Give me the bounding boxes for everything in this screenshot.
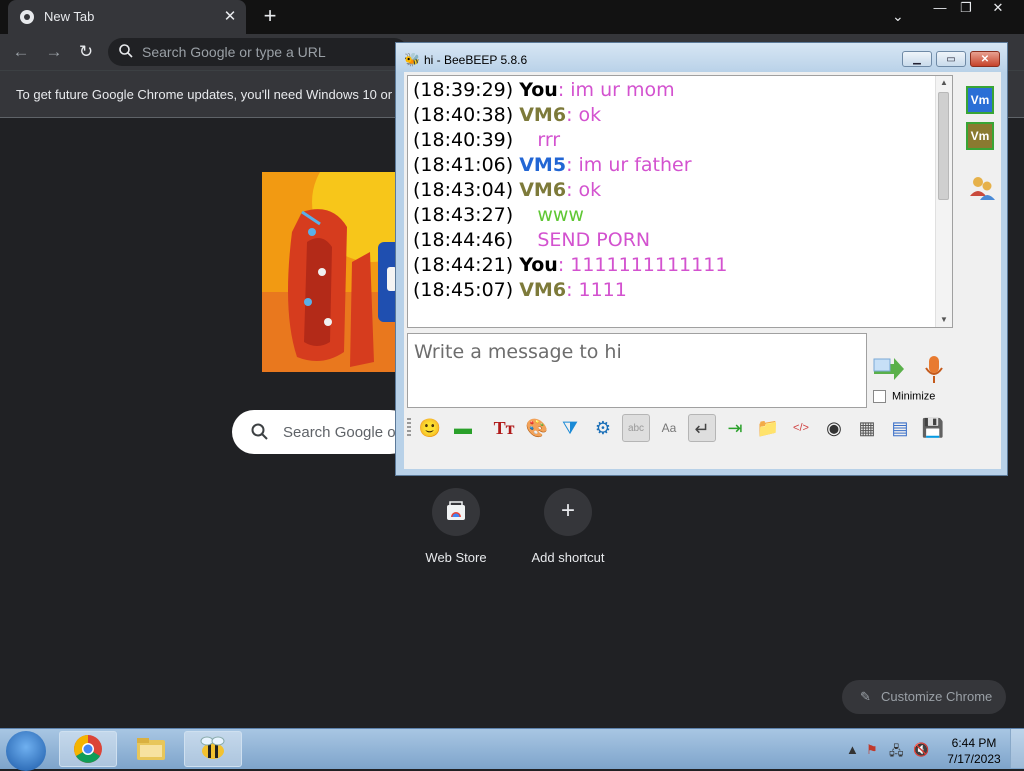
beebeep-client: (18:39:29) You: im ur mom (18:40:38) VM6… <box>404 72 1001 469</box>
beebeep-titlebar[interactable]: 🐝 hi - BeeBEEP 5.8.6 ▁ ▭ ✕ <box>396 43 1007 73</box>
microphone-icon[interactable] <box>922 354 946 386</box>
shortcut-label: Web Store <box>425 550 487 565</box>
show-desktop-button[interactable] <box>1010 729 1024 768</box>
chat-message: (18:43:04) VM6: ok <box>413 179 602 201</box>
send-folder-icon[interactable]: 📁 <box>754 414 782 442</box>
scroll-down-icon[interactable]: ▼ <box>936 313 952 327</box>
bold-green-icon[interactable]: ▬ <box>449 414 477 442</box>
filter-icon[interactable]: ⧩ <box>556 414 584 442</box>
minimize-window-icon[interactable]: — <box>926 0 954 18</box>
message-input[interactable] <box>412 340 856 364</box>
network-icon[interactable]: 🖧 <box>889 742 904 764</box>
action-center-flag-icon[interactable]: ⚑ <box>866 742 878 758</box>
tab-close-icon[interactable]: ✕ <box>220 7 240 27</box>
minimize-label: Minimize <box>892 390 936 403</box>
show-hidden-icons-icon[interactable]: ▲ <box>846 742 859 757</box>
user-vm6-avatar[interactable]: Vm <box>966 122 994 150</box>
omnibox[interactable]: Search Google or type a URL <box>108 38 408 66</box>
customize-chrome-button[interactable]: ✎ Customize Chrome <box>842 680 1006 714</box>
message-input-box[interactable] <box>407 333 867 408</box>
plus-icon: + <box>544 488 592 536</box>
font-size-icon[interactable]: Aa <box>655 414 683 442</box>
spell-check-icon[interactable]: abc <box>622 414 650 442</box>
start-button-icon[interactable] <box>6 731 46 771</box>
shortcut-label: Add shortcut <box>531 550 605 565</box>
bee-app-icon: 🐝 <box>404 52 421 67</box>
emoticon-icon[interactable]: 🙂 <box>416 414 444 442</box>
chat-message: (18:44:21) You: 1111111111111 <box>413 254 728 276</box>
close-window-icon[interactable]: ✕ <box>984 0 1012 18</box>
taskbar-explorer[interactable] <box>122 731 180 767</box>
minimize-icon[interactable]: ▁ <box>902 51 932 67</box>
chat-message: (18:43:27) www <box>413 204 584 226</box>
new-tab-icon[interactable]: + <box>258 5 282 29</box>
send-icon[interactable] <box>872 354 906 384</box>
toolbar-grip[interactable] <box>407 418 411 438</box>
chat-message: (18:45:07) VM6: 1111 <box>413 279 627 301</box>
minimize-checkbox[interactable]: Minimize <box>873 390 935 403</box>
chat-scrollbar[interactable]: ▲ ▼ <box>935 76 952 327</box>
checkbox-icon[interactable] <box>873 390 886 403</box>
beebeep-title: hi - BeeBEEP 5.8.6 <box>424 53 528 67</box>
screenshot-icon[interactable]: ◉ <box>820 414 848 442</box>
search-icon <box>119 44 133 58</box>
search-icon <box>251 423 268 440</box>
pencil-icon: ✎ <box>860 689 871 704</box>
chrome-tabstrip: New Tab ✕ + ⌄ — ❐ ✕ <box>0 0 1024 34</box>
volume-muted-icon[interactable]: 🔇 <box>913 742 929 758</box>
omnibox-placeholder: Search Google or type a URL <box>142 44 326 60</box>
close-icon[interactable]: ✕ <box>970 51 1000 67</box>
restore-window-icon[interactable]: ❐ <box>952 0 980 18</box>
tab-search-icon[interactable]: ⌄ <box>892 8 904 25</box>
folder-icon <box>137 738 165 760</box>
maximize-icon[interactable]: ▭ <box>936 51 966 67</box>
html-icon[interactable]: </> <box>787 414 815 442</box>
send-file-icon[interactable]: ⇥ <box>721 414 749 442</box>
font-icon[interactable]: Tт <box>490 414 518 442</box>
back-icon[interactable]: ← <box>10 41 32 63</box>
taskbar-chrome[interactable] <box>59 731 117 767</box>
clock-date: 7/17/2023 <box>947 752 1001 766</box>
shortcut-web-store[interactable]: Web Store <box>401 488 511 565</box>
chat-toolbar: 🙂 ▬ Tт 🎨 ⧩ ⚙ abc Aa ↵ ⇥ 📁 </> ◉ ▦ ▤ 💾 <box>404 414 1001 446</box>
users-icon[interactable] <box>968 174 996 202</box>
tab-title: New Tab <box>44 9 95 24</box>
reload-icon[interactable]: ↻ <box>75 41 97 63</box>
chat-message: (18:44:46) SEND PORN <box>413 229 651 251</box>
clock-time: 6:44 PM <box>951 736 997 750</box>
google-doodle[interactable] <box>262 172 402 372</box>
color-palette-icon[interactable]: 🎨 <box>523 414 551 442</box>
chat-view[interactable]: (18:39:29) You: im ur mom (18:40:38) VM6… <box>407 75 953 328</box>
shortcut-add[interactable]: + Add shortcut <box>513 488 623 565</box>
chrome-icon <box>74 735 102 763</box>
chat-messages: (18:39:29) You: im ur mom (18:40:38) VM6… <box>413 78 727 303</box>
user-vm5-avatar[interactable]: Vm <box>966 86 994 114</box>
google-search-box[interactable]: Search Google o <box>232 410 412 454</box>
customize-label: Customize Chrome <box>881 689 993 704</box>
chrome-favicon-icon <box>20 10 34 24</box>
chat-message: (18:39:29) You: im ur mom <box>413 79 675 101</box>
save-icon[interactable]: 💾 <box>919 414 947 442</box>
chat-message: (18:40:38) VM6: ok <box>413 104 602 126</box>
web-store-icon <box>432 488 480 536</box>
users-panel: Vm Vm <box>961 72 1001 408</box>
taskbar-beebeep[interactable] <box>184 731 242 767</box>
settings-icon[interactable]: ⚙ <box>589 414 617 442</box>
infobar-text: To get future Google Chrome updates, you… <box>16 87 393 102</box>
chat-message: (18:40:39) rrr <box>413 129 561 151</box>
scroll-thumb[interactable] <box>938 92 949 200</box>
clipboard-icon[interactable]: ▤ <box>886 414 914 442</box>
tab-new-tab[interactable]: New Tab ✕ <box>8 0 246 34</box>
scroll-up-icon[interactable]: ▲ <box>936 76 952 90</box>
bee-icon <box>200 736 225 759</box>
chat-message: (18:41:06) VM5: im ur father <box>413 154 692 176</box>
taskbar-clock[interactable]: 6:44 PM 7/17/2023 <box>947 735 1001 767</box>
window-icon[interactable]: ▦ <box>853 414 881 442</box>
enter-send-icon[interactable]: ↵ <box>688 414 716 442</box>
search-placeholder: Search Google o <box>283 424 396 441</box>
doodle-image <box>262 172 402 372</box>
beebeep-window: 🐝 hi - BeeBEEP 5.8.6 ▁ ▭ ✕ (18:39:29) Yo… <box>395 42 1008 476</box>
forward-icon[interactable]: → <box>43 41 65 63</box>
